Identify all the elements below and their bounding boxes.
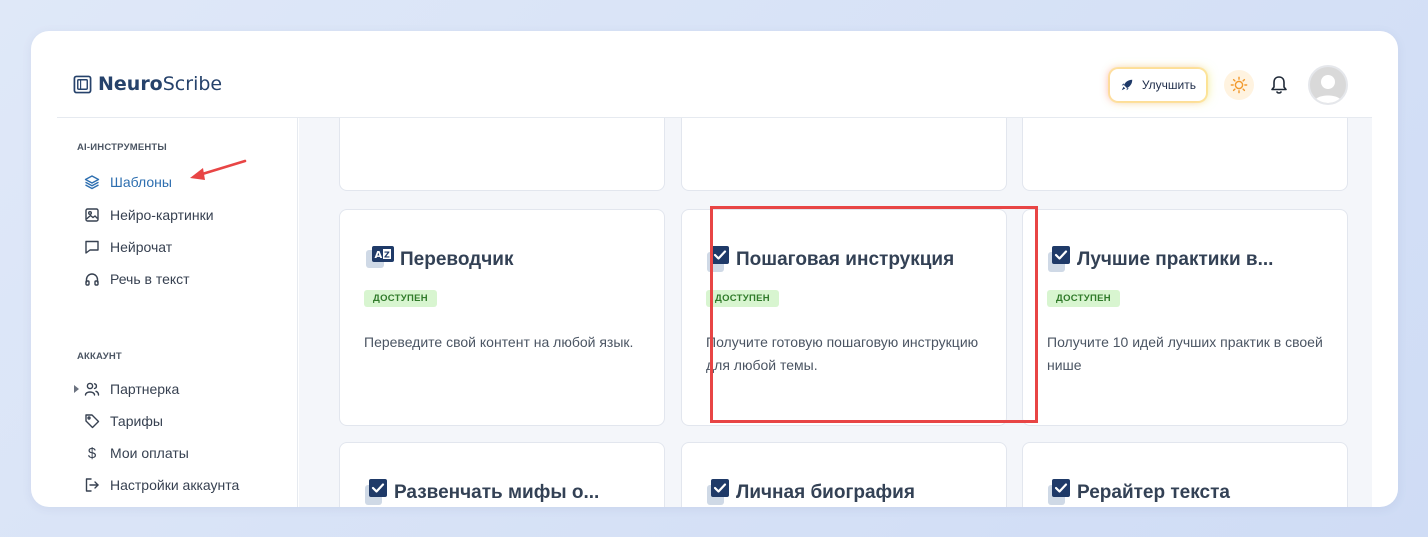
- sidebar-item-label: Партнерка: [110, 381, 180, 397]
- card-title: Развенчать мифы о...: [394, 482, 600, 503]
- checkbox-icon: [365, 479, 387, 505]
- checkbox-icon: [1048, 479, 1070, 505]
- avatar-icon: [1314, 75, 1342, 103]
- rocket-icon: [1121, 79, 1133, 91]
- sidebar-item-label: Настройки аккаунта: [110, 477, 240, 493]
- sidebar-item-label: Тарифы: [110, 413, 163, 429]
- section-title-ai: AI-ИНСТРУМЕНТЫ: [77, 142, 167, 153]
- tag-icon: [84, 413, 100, 429]
- template-card[interactable]: [339, 118, 665, 191]
- logout-icon: [84, 477, 100, 493]
- chat-icon: [84, 239, 100, 255]
- upgrade-button[interactable]: Улучшить: [1109, 69, 1206, 101]
- status-badge: ДОСТУПЕН: [364, 290, 437, 307]
- sidebar-item-templates[interactable]: Шаблоны: [84, 172, 172, 192]
- card-description: Переведите свой контент на любой язык.: [364, 334, 634, 350]
- sidebar-item-tariffs[interactable]: Тарифы: [84, 411, 163, 431]
- card-title: Личная биография: [736, 482, 915, 503]
- brand-name-bold: Neuro: [98, 73, 163, 95]
- status-badge: ДОСТУПЕН: [1047, 290, 1120, 307]
- templates-grid: A Z Переводчик ДОСТУПЕН Переведите свой …: [299, 118, 1372, 507]
- theme-toggle-button[interactable]: [1224, 70, 1254, 100]
- sidebar-item-account-settings[interactable]: Настройки аккаунта: [84, 475, 239, 495]
- sun-icon: [1230, 76, 1248, 94]
- template-card-myths[interactable]: Развенчать мифы о...: [339, 442, 665, 507]
- checkbox-icon: [707, 479, 729, 505]
- template-card-translator[interactable]: A Z Переводчик ДОСТУПЕН Переведите свой …: [339, 209, 665, 426]
- sidebar-item-partners[interactable]: Партнерка: [74, 379, 180, 399]
- user-avatar[interactable]: [1308, 65, 1348, 105]
- svg-text:Z: Z: [384, 251, 390, 260]
- template-card[interactable]: [1022, 118, 1348, 191]
- sidebar-item-chat[interactable]: Нейрочат: [84, 237, 172, 257]
- sidebar-item-label: Шаблоны: [110, 174, 172, 190]
- template-card-rewriter[interactable]: Рерайтер текста: [1022, 442, 1348, 507]
- brand-name-rest: Scribe: [162, 73, 223, 95]
- header: NeuroScribe Улучшить: [31, 31, 1398, 117]
- sidebar-item-label: Мои оплаты: [110, 445, 189, 461]
- headphones-icon: [84, 271, 100, 287]
- layers-icon: [84, 174, 100, 190]
- template-card[interactable]: [681, 118, 1007, 191]
- brand-logo[interactable]: NeuroScribe: [73, 73, 222, 95]
- users-icon: [84, 381, 100, 397]
- app-window: NeuroScribe Улучшить AI-ИНСТРУМЕНТЫ Шабл…: [31, 31, 1398, 507]
- card-description: Получите 10 идей лучших практик в своей …: [1047, 334, 1323, 373]
- sidebar-item-images[interactable]: Нейро-картинки: [84, 205, 214, 225]
- template-card-biography[interactable]: Личная биография: [681, 442, 1007, 507]
- template-card-best-practices[interactable]: Лучшие практики в... ДОСТУПЕН Получите 1…: [1022, 209, 1348, 426]
- card-title: Лучшие практики в...: [1077, 249, 1274, 270]
- svg-text:A: A: [375, 250, 383, 261]
- image-icon: [84, 207, 100, 223]
- card-title: Переводчик: [400, 249, 514, 270]
- logo-icon: [73, 75, 92, 93]
- sidebar-item-label: Нейрочат: [110, 239, 173, 255]
- dollar-icon: $: [87, 444, 97, 462]
- notifications-button[interactable]: [1268, 74, 1290, 96]
- translate-icon: A Z: [366, 246, 394, 268]
- sidebar: AI-ИНСТРУМЕНТЫ Шаблоны Нейро-картинки Не…: [57, 118, 298, 507]
- sidebar-item-label: Нейро-картинки: [110, 207, 214, 223]
- card-title: Рерайтер текста: [1077, 482, 1230, 503]
- checkbox-icon: [1048, 246, 1070, 272]
- sidebar-item-payments[interactable]: $ Мои оплаты: [84, 443, 189, 463]
- sidebar-item-speech-to-text[interactable]: Речь в текст: [84, 269, 190, 289]
- annotation-arrow-icon: [190, 159, 247, 180]
- section-title-account: АККАУНТ: [77, 351, 122, 362]
- annotation-highlight-box: [710, 206, 1038, 423]
- bell-icon: [1271, 76, 1287, 94]
- expand-caret-icon[interactable]: [74, 385, 79, 393]
- sidebar-item-label: Речь в текст: [110, 271, 190, 287]
- upgrade-label: Улучшить: [1141, 78, 1196, 92]
